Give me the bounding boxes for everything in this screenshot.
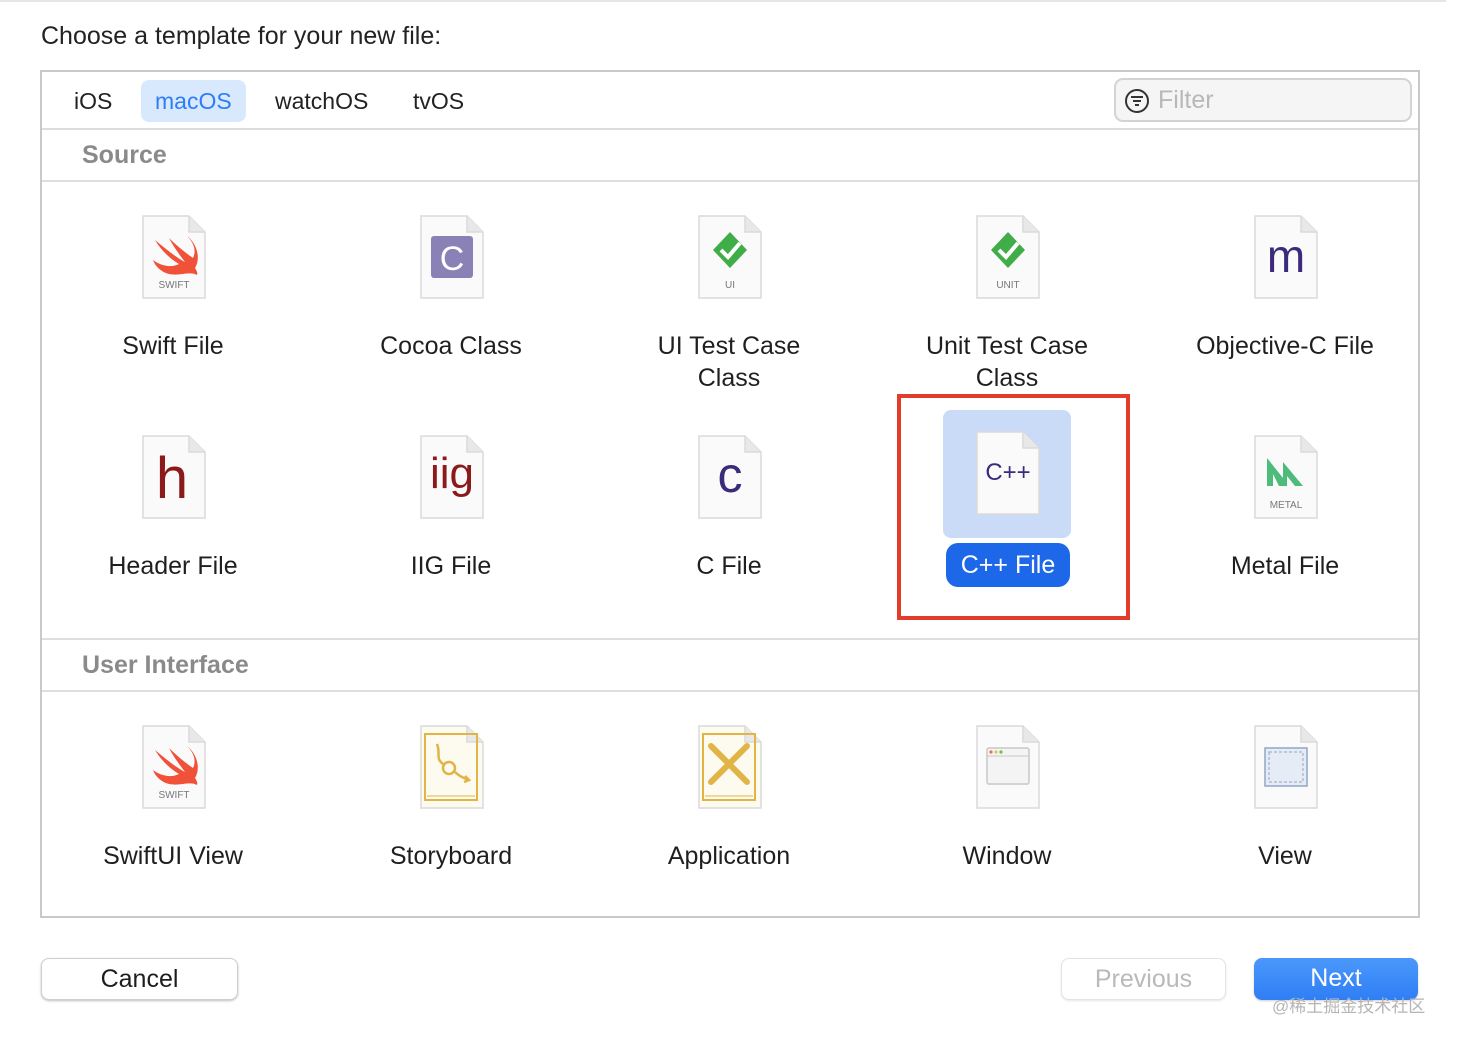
svg-text:SWIFT: SWIFT bbox=[158, 280, 189, 291]
storyboard-icon bbox=[420, 725, 484, 809]
template-header-file[interactable]: h Header File bbox=[38, 414, 308, 614]
template-label: C File bbox=[696, 552, 762, 580]
previous-button[interactable]: Previous bbox=[1061, 958, 1226, 1000]
metal-file-icon: METAL bbox=[1254, 435, 1318, 519]
svg-text:SWIFT: SWIFT bbox=[158, 790, 189, 801]
svg-text:h: h bbox=[156, 446, 188, 511]
platform-tab-bar: iOS macOS watchOS tvOS bbox=[42, 72, 1418, 130]
template-label: View bbox=[1258, 842, 1312, 870]
filter-field[interactable] bbox=[1114, 78, 1412, 122]
c-file-icon: c bbox=[698, 435, 762, 519]
swiftui-view-icon: SWIFT bbox=[142, 725, 206, 809]
svg-text:UI: UI bbox=[725, 280, 735, 291]
template-objective-c-file[interactable]: m Objective-C File bbox=[1150, 194, 1420, 394]
template-ui-test-case-class[interactable]: UI UI Test Case Class bbox=[594, 194, 864, 394]
template-swiftui-view[interactable]: SWIFT SwiftUI View bbox=[38, 704, 308, 904]
template-label: Application bbox=[667, 842, 791, 870]
header-file-icon: h bbox=[142, 435, 206, 519]
svg-text:iig: iig bbox=[430, 449, 474, 498]
template-c-file[interactable]: c C File bbox=[594, 414, 864, 614]
svg-text:m: m bbox=[1267, 230, 1305, 282]
template-label: Storyboard bbox=[389, 842, 513, 870]
cpp-file-icon: C++ bbox=[976, 431, 1040, 515]
template-cpp-file[interactable]: C++ C++ File bbox=[872, 410, 1142, 610]
template-label: Header File bbox=[108, 552, 238, 580]
template-label: Cocoa Class bbox=[380, 332, 522, 360]
template-swift-file[interactable]: SWIFT Swift File bbox=[38, 194, 308, 394]
iig-file-icon: iig bbox=[420, 435, 484, 519]
template-panel: iOS macOS watchOS tvOS Source SWIFT Swif… bbox=[40, 70, 1420, 918]
section-header-source: Source bbox=[42, 130, 1418, 182]
section-title: User Interface bbox=[82, 651, 249, 679]
svg-text:c: c bbox=[718, 447, 743, 503]
template-application[interactable]: Application bbox=[594, 704, 864, 904]
unit-test-icon: UNIT bbox=[976, 215, 1040, 299]
template-label: Objective-C File bbox=[1196, 332, 1374, 360]
cocoa-class-icon: C bbox=[420, 215, 484, 299]
filter-icon bbox=[1125, 89, 1149, 113]
template-label: Metal File bbox=[1230, 552, 1340, 580]
swift-file-icon: SWIFT bbox=[142, 215, 206, 299]
template-metal-file[interactable]: METAL Metal File bbox=[1150, 414, 1420, 614]
template-cocoa-class[interactable]: C Cocoa Class bbox=[316, 194, 586, 394]
top-divider bbox=[0, 0, 1446, 2]
dialog-prompt: Choose a template for your new file: bbox=[41, 22, 442, 50]
svg-text:C++: C++ bbox=[985, 459, 1030, 486]
cancel-button[interactable]: Cancel bbox=[41, 958, 238, 1000]
template-unit-test-case-class[interactable]: UNIT Unit Test Case Class bbox=[872, 194, 1142, 394]
tab-macos[interactable]: macOS bbox=[141, 80, 246, 122]
ui-test-icon: UI bbox=[698, 215, 762, 299]
svg-text:METAL: METAL bbox=[1270, 500, 1303, 511]
tab-ios[interactable]: iOS bbox=[60, 80, 126, 122]
template-label: Swift File bbox=[122, 332, 224, 360]
template-label: SwiftUI View bbox=[103, 842, 243, 870]
section-title: Source bbox=[82, 141, 167, 169]
template-storyboard[interactable]: Storyboard bbox=[316, 704, 586, 904]
template-label: Unit Test Case Class bbox=[925, 332, 1089, 392]
watermark: @稀土掘金技术社区 bbox=[1272, 997, 1426, 1016]
template-view[interactable]: View bbox=[1150, 704, 1420, 904]
filter-input[interactable] bbox=[1158, 84, 1398, 116]
window-icon bbox=[976, 725, 1040, 809]
template-label: IIG File bbox=[410, 552, 492, 580]
svg-text:C: C bbox=[440, 240, 465, 278]
view-icon bbox=[1254, 725, 1318, 809]
objc-file-icon: m bbox=[1254, 215, 1318, 299]
tab-watchos[interactable]: watchOS bbox=[261, 80, 382, 122]
application-icon bbox=[698, 725, 762, 809]
template-label: Window bbox=[962, 842, 1052, 870]
selected-template-label: C++ File bbox=[946, 543, 1070, 587]
template-label: UI Test Case Class bbox=[657, 332, 801, 392]
svg-text:UNIT: UNIT bbox=[996, 280, 1019, 291]
template-window[interactable]: Window bbox=[872, 704, 1142, 904]
template-iig-file[interactable]: iig IIG File bbox=[316, 414, 586, 614]
section-header-user-interface: User Interface bbox=[42, 640, 1418, 692]
tab-tvos[interactable]: tvOS bbox=[399, 80, 478, 122]
